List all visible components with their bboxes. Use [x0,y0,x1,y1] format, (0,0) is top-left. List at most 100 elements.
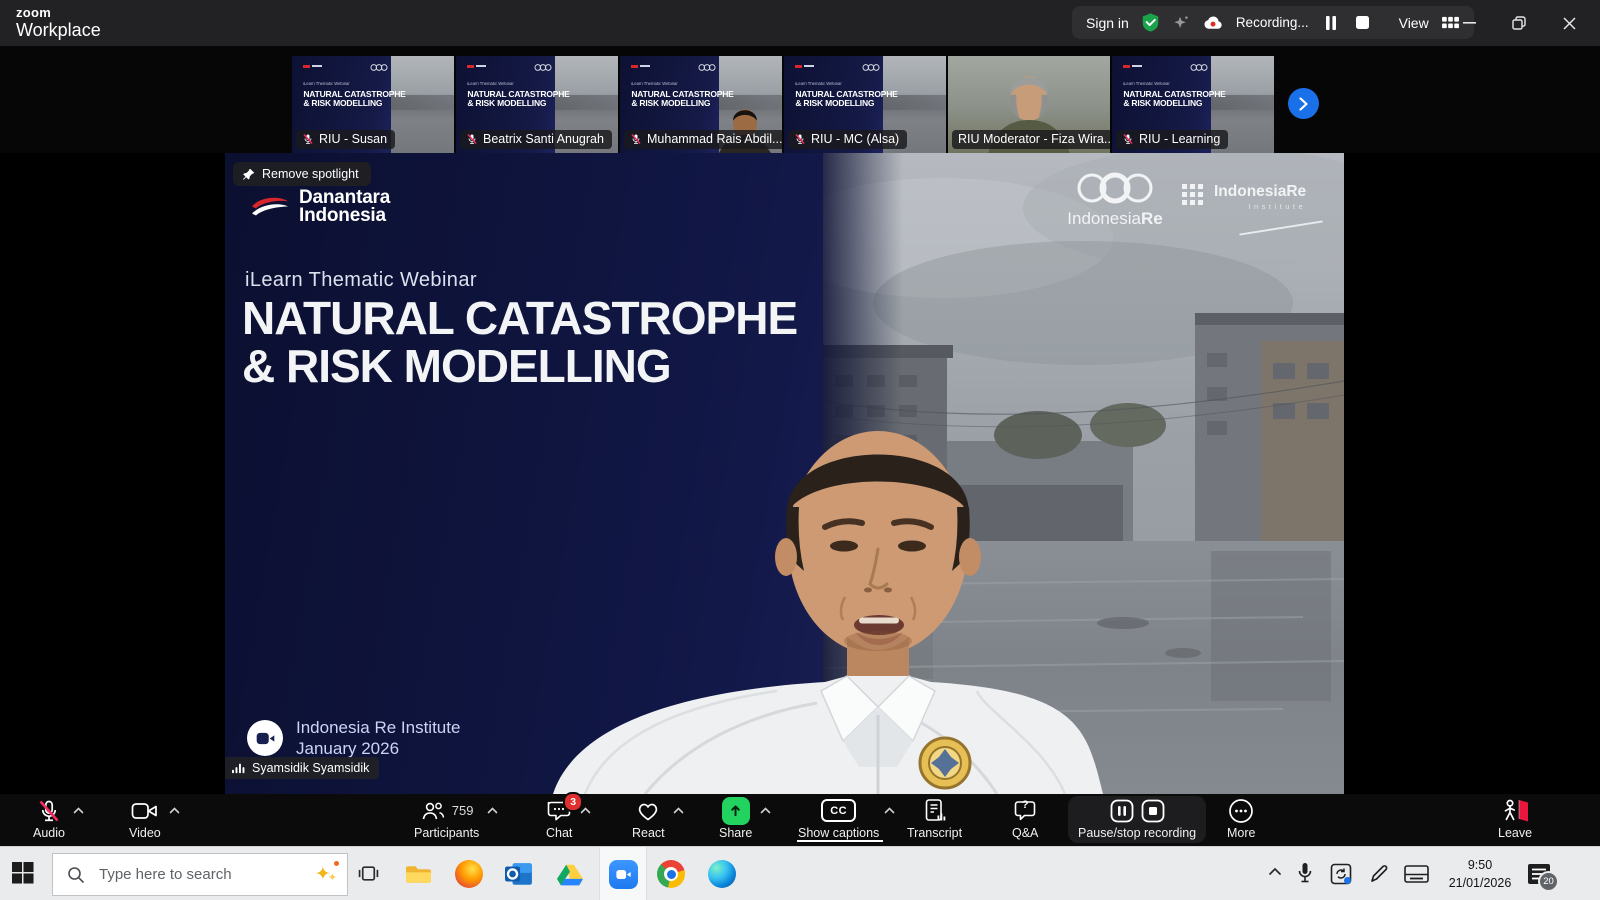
share-screen-icon [722,797,750,825]
audio-label: Audio [33,826,65,840]
slide-footer-line1: Indonesia Re Institute [296,717,460,738]
qa-button[interactable]: ? Q&A [1012,797,1038,840]
spotlight-video[interactable]: Remove spotlight Danantara Indonesia Ind… [225,153,1344,794]
zoom-app-icon [609,860,638,889]
audio-options-chevron[interactable] [73,807,84,814]
share-label: Share [719,826,752,840]
tray-microphone-icon[interactable] [1298,862,1312,884]
participant-thumbnail[interactable]: iLearn Thematic Webinar NATURAL CATASTRO… [620,56,782,153]
institute-dots-icon [1182,184,1207,209]
audio-button[interactable]: Audio [33,797,84,840]
pin-icon [242,168,255,181]
thumbnail-slide-title: NATURAL CATASTROPHE& RISK MODELLING [1123,90,1225,109]
transcript-button[interactable]: Transcript [907,797,962,840]
taskbar-clock[interactable]: 9:50 21/01/2026 [1438,856,1522,892]
chat-options-chevron[interactable] [580,807,591,814]
participant-name-tag: RIU - MC (Alsa) [788,130,907,149]
ai-companion-icon[interactable] [1172,14,1190,32]
windows-taskbar: ✦✦ [0,846,1600,900]
video-label: Video [129,826,161,840]
chat-unread-badge: 3 [563,792,583,812]
pause-stop-recording-button[interactable]: Pause/stop recording [1068,796,1206,843]
file-explorer-icon[interactable] [404,860,432,888]
pause-recording-icon[interactable] [1321,13,1341,33]
indonesiare-text-bold: Re [1141,209,1163,228]
record-label: Pause/stop recording [1078,826,1196,840]
mic-muted-icon [1122,133,1134,145]
participant-name: RIU - MC (Alsa) [811,132,899,146]
participants-button[interactable]: 759 Participants [414,797,498,840]
more-button[interactable]: More [1227,797,1255,840]
leave-label: Leave [1498,826,1532,840]
slide-footer: Indonesia Re Institute January 2026 [247,717,460,760]
participants-options-chevron[interactable] [487,807,498,814]
clock-date: 21/01/2026 [1438,874,1522,892]
captions-label: Show captions [798,826,879,840]
react-button[interactable]: React [632,797,684,840]
notification-count-badge: 20 [1538,871,1559,892]
recording-label: Recording... [1236,15,1309,30]
thumbnail-logos [1190,63,1208,72]
transcript-label: Transcript [907,826,962,840]
thumbnail-logos [862,63,880,72]
firefox-icon[interactable] [455,860,483,888]
thumbnail-brand-mark [631,65,650,68]
cc-icon: CC [821,799,856,822]
participant-thumbnail[interactable]: iLearn Thematic Webinar NATURAL CATASTRO… [948,56,1110,153]
thumbnail-slide-kicker: iLearn Thematic Webinar [795,82,842,86]
tray-touch-keyboard-icon[interactable] [1404,865,1429,883]
participant-name-tag: RIU - Susan [296,130,395,149]
outlook-icon[interactable] [505,860,533,888]
participant-name-tag: Beatrix Santi Anugrah [460,130,612,149]
tray-hidden-icons-chevron[interactable] [1268,867,1282,876]
remove-spotlight-button[interactable]: Remove spotlight [233,162,371,186]
stop-recording-icon[interactable] [1141,799,1165,823]
participant-name: RIU Moderator - Fiza Wira... [958,132,1110,146]
view-button[interactable]: View [1399,15,1429,31]
security-shield-icon[interactable] [1141,12,1160,33]
participant-thumbnail[interactable]: iLearn Thematic Webinar NATURAL CATASTRO… [456,56,618,153]
taskbar-search-box[interactable]: ✦✦ [52,853,348,896]
search-input[interactable] [97,865,315,884]
share-options-chevron[interactable] [760,807,771,814]
copilot-sparkle-icon[interactable]: ✦✦ [315,865,337,884]
thumbnail-slide-kicker: iLearn Thematic Webinar [467,82,514,86]
window-restore-button[interactable] [1494,0,1544,46]
next-participants-button[interactable] [1288,88,1319,119]
indonesiare-rings-icon [1072,169,1158,207]
start-button[interactable] [12,862,34,884]
tray-sync-icon[interactable] [1330,863,1352,885]
tray-pen-icon[interactable] [1368,863,1390,885]
task-view-button[interactable] [358,863,379,884]
mic-muted-icon [630,133,642,145]
heart-icon [636,800,660,822]
windows-logo-icon [12,862,34,884]
captions-options-chevron[interactable] [884,807,895,814]
video-button[interactable]: Video [129,797,180,840]
notification-center-button[interactable]: 20 [1526,861,1552,887]
window-close-button[interactable] [1544,0,1594,46]
google-drive-icon[interactable] [556,860,584,888]
participant-name: RIU - Susan [319,132,387,146]
participant-thumbnail[interactable]: iLearn Thematic Webinar NATURAL CATASTRO… [1112,56,1274,153]
video-options-chevron[interactable] [169,807,180,814]
captions-button[interactable]: CC Show captions [798,797,895,840]
participant-thumbnail[interactable]: iLearn Thematic Webinar NATURAL CATASTRO… [784,56,946,153]
leave-button[interactable]: Leave [1498,797,1532,840]
window-minimize-button[interactable] [1444,0,1494,46]
sign-in-button[interactable]: Sign in [1086,15,1129,31]
filmstrip: iLearn Thematic Webinar NATURAL CATASTRO… [0,46,1600,153]
participant-thumbnail[interactable]: iLearn Thematic Webinar NATURAL CATASTRO… [292,56,454,153]
danantara-swoosh-icon [250,194,290,221]
react-options-chevron[interactable] [673,807,684,814]
stop-recording-icon[interactable] [1353,13,1373,33]
thumbnail-slide-title: NATURAL CATASTROPHE& RISK MODELLING [795,90,897,109]
edge-icon[interactable] [708,860,736,888]
zoom-app-active-tile[interactable] [599,847,647,900]
pause-recording-icon[interactable] [1110,799,1134,823]
chat-button[interactable]: 3 Chat [546,797,591,840]
participant-name-tag: RIU - Learning [1116,130,1228,149]
share-button[interactable]: Share [719,797,771,840]
chrome-icon[interactable] [657,860,685,888]
logo-workplace-text: Workplace [16,21,101,39]
